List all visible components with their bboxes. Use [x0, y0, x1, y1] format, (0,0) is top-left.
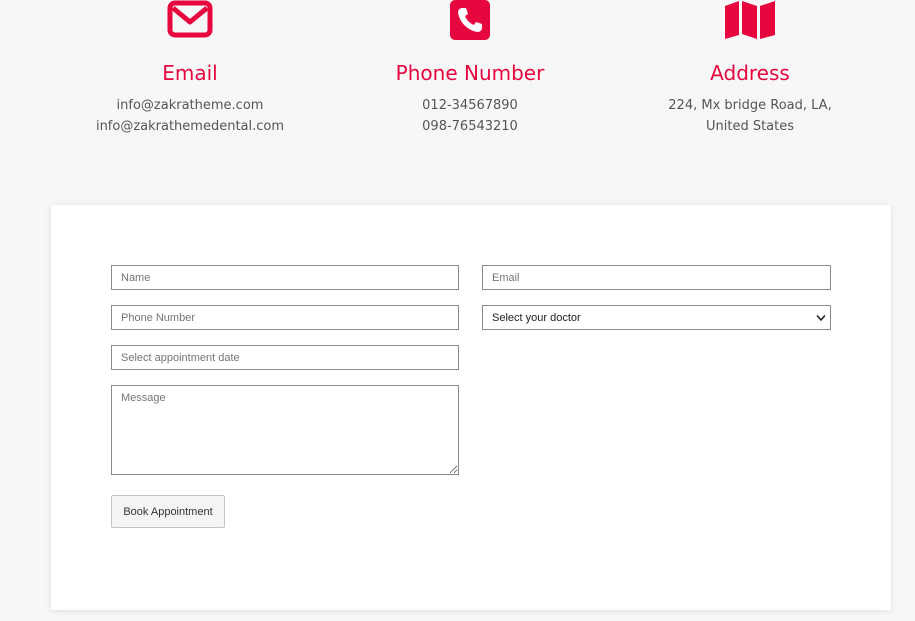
book-appointment-button[interactable]: Book Appointment — [111, 495, 225, 528]
phone-line-2[interactable]: 098-76543210 — [330, 116, 610, 137]
chevron-down-icon — [816, 314, 826, 321]
address-lines: 224, Mx bridge Road, LA, United States — [610, 95, 890, 137]
contact-address-block: Address 224, Mx bridge Road, LA, United … — [610, 0, 890, 137]
phone-number-input[interactable] — [111, 305, 459, 330]
envelope-icon — [50, 0, 330, 42]
message-textarea[interactable] — [111, 385, 459, 475]
email-line-1[interactable]: info@zakratheme.com — [50, 95, 330, 116]
email-input[interactable] — [482, 265, 831, 290]
address-line-1: 224, Mx bridge Road, LA, — [668, 98, 832, 113]
map-icon — [610, 0, 890, 42]
phone-icon — [330, 0, 610, 42]
page: Email info@zakratheme.com info@zakrathem… — [0, 0, 915, 621]
doctor-select-value: Select your doctor — [492, 311, 581, 324]
address-title: Address — [710, 61, 790, 85]
email-lines: info@zakratheme.com info@zakrathemedenta… — [50, 95, 330, 137]
contact-phone-block: Phone Number 012-34567890 098-76543210 — [330, 0, 610, 137]
doctor-select[interactable]: Select your doctor — [482, 305, 831, 330]
email-title: Email — [162, 61, 218, 85]
phone-title: Phone Number — [395, 61, 545, 85]
phone-line-1[interactable]: 012-34567890 — [330, 95, 610, 116]
appointment-form: Select your doctor Book Appointment — [51, 205, 891, 610]
phone-lines: 012-34567890 098-76543210 — [330, 95, 610, 137]
address-line-2: United States — [705, 119, 795, 134]
name-input[interactable] — [111, 265, 459, 290]
appointment-date-input[interactable] — [111, 345, 459, 370]
contact-email-block: Email info@zakratheme.com info@zakrathem… — [50, 0, 330, 137]
email-line-2[interactable]: info@zakrathemedental.com — [50, 116, 330, 137]
